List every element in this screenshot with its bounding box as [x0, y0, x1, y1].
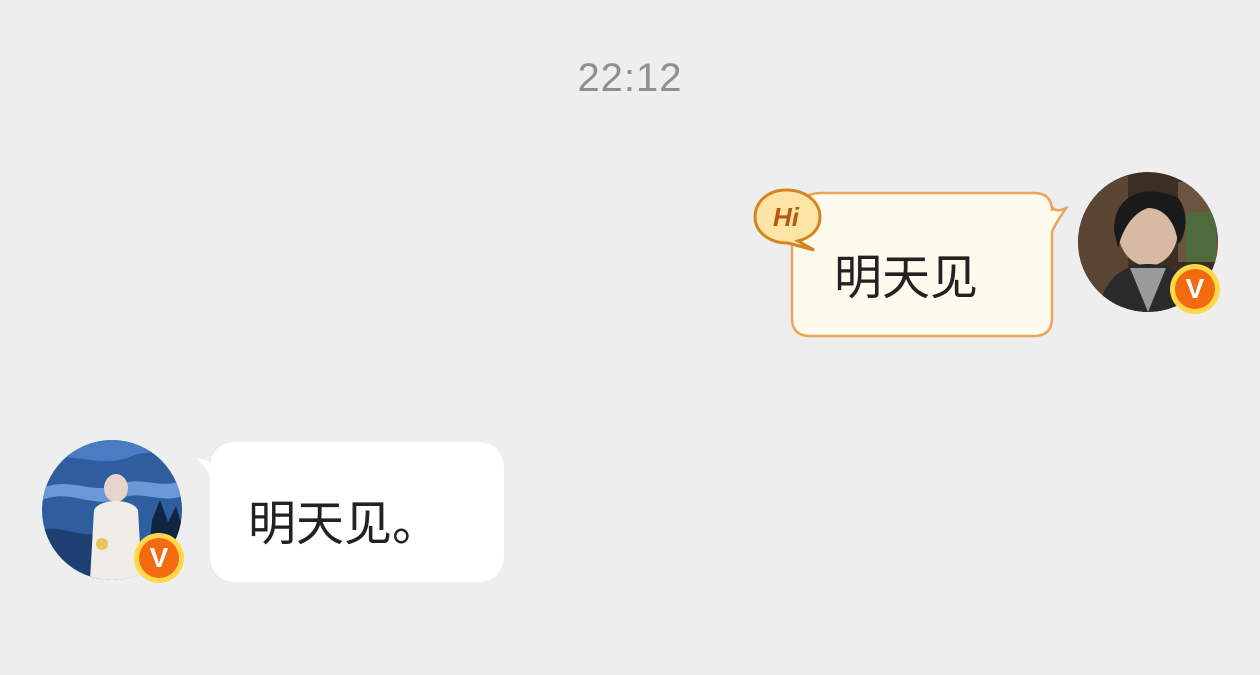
received-message-text: 明天见。 — [248, 496, 441, 552]
received-message-bubble[interactable]: 明天见。 — [194, 440, 506, 584]
hi-badge-label: Hi — [773, 202, 800, 232]
contact-verified-badge: V — [134, 533, 184, 583]
my-verified-badge: V — [1170, 264, 1220, 314]
sent-message-bubble[interactable]: Hi 明天见 — [752, 186, 1068, 342]
sent-message-text: 明天见 — [834, 250, 979, 306]
verified-v-icon: V — [139, 538, 179, 578]
message-timestamp: 22:12 — [577, 56, 683, 100]
hi-speech-icon: Hi — [752, 186, 824, 256]
verified-v-icon: V — [1175, 269, 1215, 309]
